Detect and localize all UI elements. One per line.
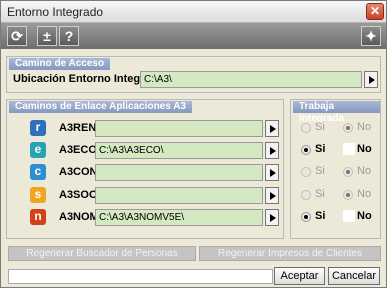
magic-wand-icon: ✦: [365, 28, 377, 44]
trabaja-integrada-header: Trabaja Integrada: [293, 101, 380, 124]
app-a3ren-label: A3REN: [59, 122, 97, 134]
app-a3eco-label: A3ECO: [59, 144, 97, 156]
trabaja-row-2-no-radio: [343, 167, 353, 177]
app-a3nom-path-field[interactable]: C:\A3\A3NOMV5E\: [95, 209, 263, 226]
app-a3eco-icon: e: [30, 142, 46, 158]
trabaja-row-4-no-box[interactable]: [343, 210, 355, 222]
app-a3soc-browse-button[interactable]: [265, 187, 279, 204]
app-a3con-path-field[interactable]: [95, 164, 263, 181]
trabaja-row-1-no-box[interactable]: [343, 143, 355, 155]
window-title: Entorno Integrado: [7, 5, 104, 19]
trabaja-row-2-si-radio: [301, 167, 311, 177]
app-a3con-browse-button[interactable]: [265, 164, 279, 181]
trabaja-row-3-si-radio: [301, 190, 311, 200]
close-icon: ✕: [369, 4, 381, 18]
camino-acceso-header: Camino de Acceso: [9, 58, 111, 70]
help-button[interactable]: ?: [59, 26, 79, 46]
camino-acceso-group: Camino de Acceso Ubicación Entorno Integ…: [6, 56, 381, 93]
toolbar: ⟳ ± ? ✦: [1, 23, 386, 49]
app-a3eco-browse-button[interactable]: [265, 142, 279, 159]
app-a3soc-label: A3SOC: [59, 189, 97, 201]
trabaja-row-1-no-label: No: [357, 143, 372, 155]
trabaja-row-4-si-radio[interactable]: [301, 212, 311, 222]
dialog-window: Entorno Integrado ✕ ⟳ ± ? ✦ Camino de Ac…: [0, 0, 387, 288]
ubicacion-browse-button[interactable]: [364, 71, 378, 88]
app-a3con-label: A3CON: [59, 166, 98, 178]
cancelar-button[interactable]: Cancelar: [328, 267, 380, 285]
app-a3nom-label: A3NOM: [59, 211, 99, 223]
plus-minus-icon: ±: [43, 28, 51, 44]
app-a3con-icon: c: [30, 164, 46, 180]
app-a3ren-path-field[interactable]: [95, 120, 263, 137]
status-field: [8, 269, 273, 284]
refresh-button[interactable]: ⟳: [7, 26, 27, 46]
trabaja-row-0-no-radio: [343, 123, 353, 133]
close-button[interactable]: ✕: [366, 3, 384, 20]
regenerar-impresos-button[interactable]: Regenerar Impresos de Clientes: [199, 246, 381, 261]
trabaja-row-2-no-label: No: [357, 165, 372, 177]
app-a3soc-icon: s: [30, 187, 46, 203]
trabaja-row-1-si-radio[interactable]: [301, 145, 311, 155]
title-bar: Entorno Integrado ✕: [1, 1, 386, 23]
trabaja-integrada-group: Trabaja Integrada Si No Si No Si No Si No Si No: [290, 99, 381, 239]
trabaja-row-0-si-radio: [301, 123, 311, 133]
trabaja-row-0-no-label: No: [357, 121, 372, 133]
plus-minus-button[interactable]: ±: [37, 26, 57, 46]
trabaja-row-1-si-label: Si: [315, 143, 326, 155]
app-a3eco-path-field[interactable]: C:\A3\A3ECO\: [95, 142, 263, 159]
trabaja-row-0-si-label: Si: [315, 121, 325, 133]
ubicacion-field[interactable]: C:\A3\: [140, 71, 362, 88]
caminos-enlace-group: Caminos de Enlace Aplicaciones A3 r A3REN…: [6, 99, 284, 239]
help-icon: ?: [64, 28, 74, 44]
regenerar-buscador-button[interactable]: Regenerar Buscador de Personas: [8, 246, 196, 261]
app-a3nom-browse-button[interactable]: [265, 209, 279, 226]
app-a3nom-icon: n: [30, 209, 46, 225]
trabaja-row-4-no-label: No: [357, 210, 372, 222]
trabaja-row-4-si-label: Si: [315, 210, 326, 222]
caminos-enlace-header: Caminos de Enlace Aplicaciones A3: [9, 101, 192, 113]
aceptar-button[interactable]: Aceptar: [274, 267, 325, 285]
refresh-icon: ⟳: [11, 28, 23, 44]
trabaja-row-3-si-label: Si: [315, 188, 325, 200]
trabaja-row-3-no-label: No: [357, 188, 372, 200]
trabaja-row-2-si-label: Si: [315, 165, 325, 177]
magic-wand-button[interactable]: ✦: [361, 26, 381, 46]
app-a3ren-icon: r: [30, 120, 46, 136]
app-a3ren-browse-button[interactable]: [265, 120, 279, 137]
trabaja-row-3-no-radio: [343, 190, 353, 200]
app-a3soc-path-field[interactable]: [95, 187, 263, 204]
